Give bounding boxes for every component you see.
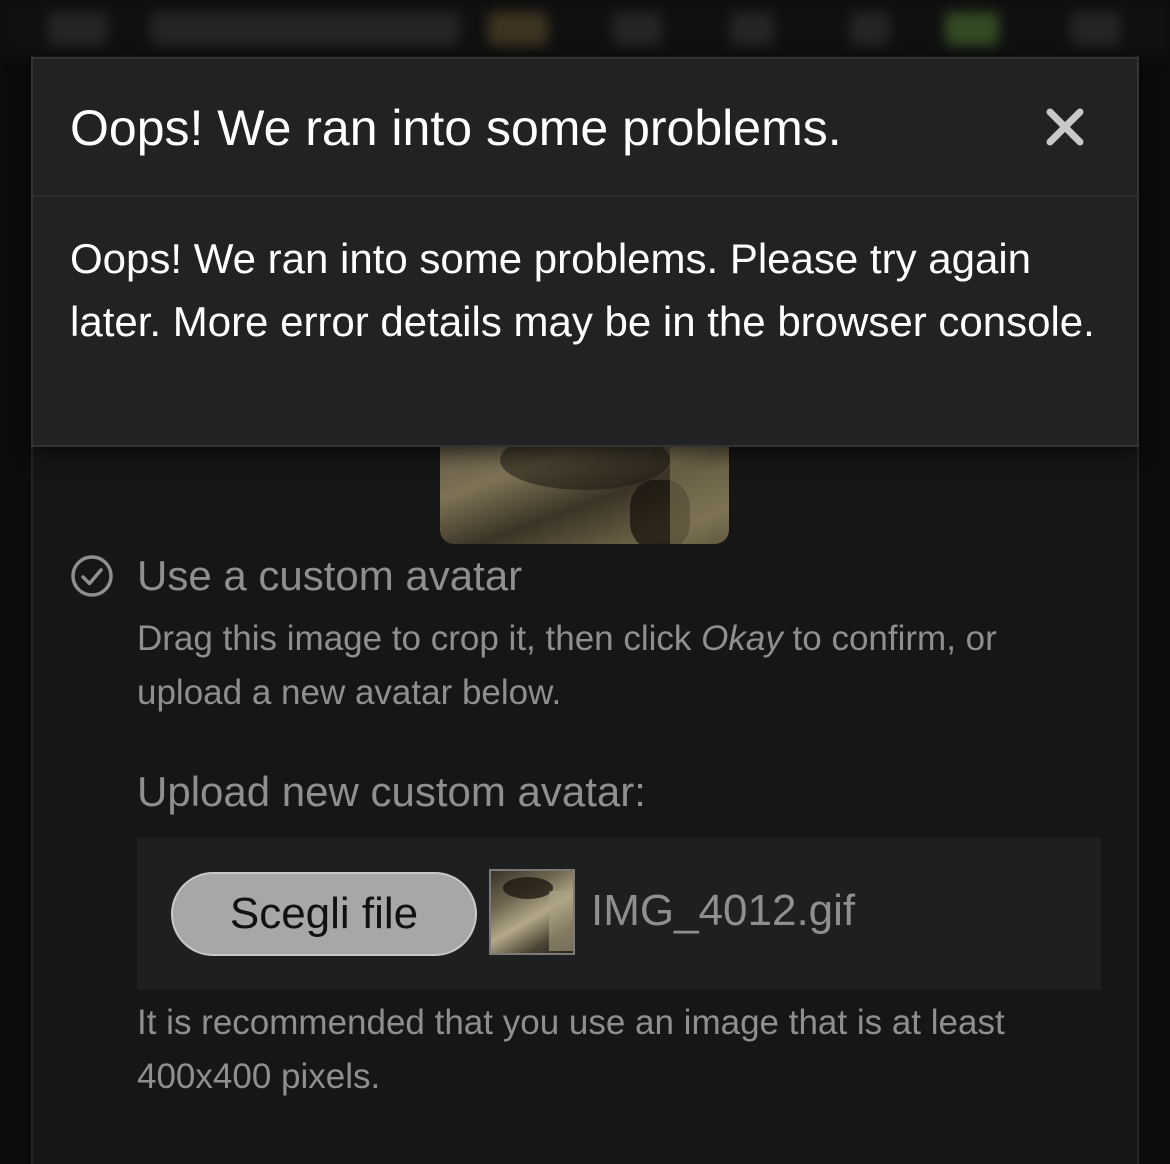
page: Use a custom avatar Drag this image to c…: [0, 0, 1170, 1164]
check-circle-icon[interactable]: [70, 554, 114, 598]
selected-file-thumbnail: [489, 869, 575, 955]
error-toast: Oops! We ran into some problems. Oops! W…: [31, 57, 1139, 447]
selected-file-name: IMG_4012.gif: [591, 886, 856, 935]
site-logo: [150, 12, 460, 46]
upload-hint: It is recommended that you use an image …: [137, 1003, 1005, 1096]
custom-avatar-title: Use a custom avatar: [137, 552, 523, 599]
close-icon[interactable]: [1035, 97, 1095, 157]
notifications-icon: [730, 12, 774, 46]
toast-message: Oops! We ran into some problems. Please …: [70, 235, 1095, 345]
file-input[interactable]: Scegli file IMG_4012.gif: [137, 838, 1101, 990]
search-icon: [1070, 12, 1120, 46]
description-emphasis: Okay: [701, 619, 783, 658]
choose-file-button[interactable]: Scegli file: [171, 872, 477, 956]
status-icon: [945, 12, 999, 46]
user-avatar-icon: [488, 12, 548, 46]
custom-avatar-description: Drag this image to crop it, then click O…: [137, 612, 1097, 720]
messages-icon: [612, 12, 662, 46]
description-text: Drag this image to crop it, then click: [137, 619, 702, 658]
activity-icon: [850, 12, 890, 46]
menu-icon: [48, 12, 108, 46]
upload-label: Upload new custom avatar:: [137, 768, 646, 815]
toast-header: Oops! We ran into some problems.: [33, 59, 1137, 197]
top-navigation-bar: [0, 0, 1170, 56]
toast-title: Oops! We ran into some problems.: [70, 100, 842, 156]
